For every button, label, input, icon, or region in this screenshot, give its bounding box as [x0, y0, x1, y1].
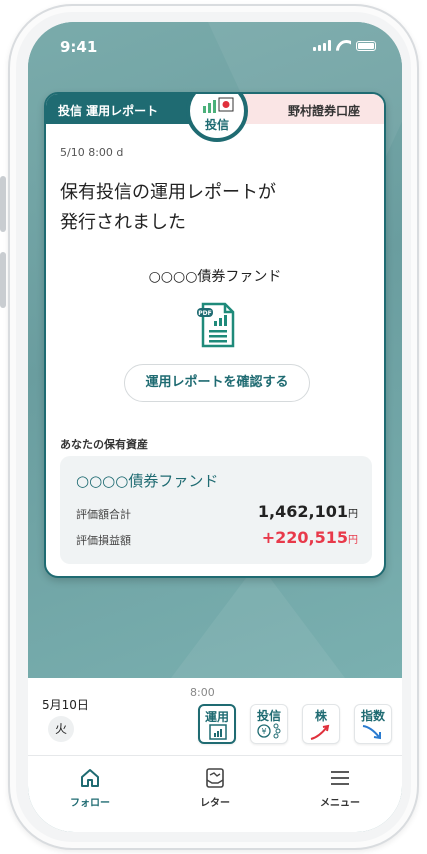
background-decoration [168, 562, 348, 682]
chip-label: 株 [314, 709, 327, 723]
valuation-label: 評価額合計 [76, 508, 131, 521]
report-chart-icon [209, 724, 227, 740]
notification-card[interactable]: 投信 運用レポート 野村證券口座 投信 5/10 8:00 d 保有投信の運用レ… [44, 92, 386, 578]
nav-label: レター [200, 798, 230, 809]
signal-icon [313, 40, 331, 51]
nav-label: フォロー [70, 798, 110, 809]
pnl-value: +220,515円 [262, 528, 358, 547]
volume-down-button [0, 252, 6, 308]
battery-icon [356, 40, 376, 51]
chip-index[interactable]: 指数 [354, 704, 392, 744]
ticker-time: 8:00 [190, 686, 215, 699]
pnl-label: 評価損益額 [76, 534, 131, 547]
headline-line: 発行されました [60, 212, 186, 233]
status-time: 9:41 [60, 38, 98, 56]
chip-label: 指数 [360, 709, 385, 723]
view-report-button[interactable]: 運用レポートを確認する [124, 364, 310, 402]
svg-text:PDF: PDF [198, 310, 211, 317]
bottom-panel: 8:00 5月10日 火 運用 投信 ¥ 株 指数 フォロー レター メニュー [28, 678, 402, 832]
headline: 保有投信の運用レポートが 発行されました [60, 178, 360, 238]
timestamp: 5/10 8:00 d [60, 146, 124, 159]
fund-title: ○○○○債券ファンド [148, 269, 282, 285]
valuation-amount: 1,462,101 [257, 502, 348, 521]
trend-up-icon [310, 724, 330, 740]
pnl-unit: 円 [348, 535, 358, 546]
yen-network-icon: ¥ [257, 723, 281, 739]
pdf-document-icon[interactable]: PDF [197, 302, 237, 348]
wifi-icon [336, 40, 351, 51]
phone-screen: 9:41 投信 運用レポート 野村證券口座 投信 5/10 8:00 d 保有投… [28, 22, 402, 832]
chip-label: 投信 [256, 709, 281, 723]
trend-down-icon [362, 725, 381, 740]
valuation-unit: 円 [348, 509, 358, 520]
ticker-date: 5月10日 [42, 698, 89, 712]
headline-line: 保有投信の運用レポートが [60, 182, 276, 203]
status-icons [313, 40, 376, 51]
valuation-value: 1,462,101円 [258, 502, 358, 521]
chart-flag-icon [203, 97, 234, 113]
account-tab: 野村證券口座 [234, 94, 384, 124]
volume-up-button [0, 176, 6, 232]
holdings-box[interactable]: ○○○○債券ファンド 評価額合計 1,462,101円 評価損益額 +220,5… [60, 456, 372, 564]
holding-fund-name: ○○○○債券ファンド [76, 472, 219, 490]
home-icon [81, 769, 99, 787]
pnl-amount: +220,515 [261, 528, 348, 547]
chip-stock[interactable]: 株 [302, 704, 340, 744]
svg-text:¥: ¥ [261, 727, 266, 736]
holdings-label: あなたの保有資産 [60, 438, 148, 451]
day-of-week: 火 [48, 716, 74, 742]
chip-label: 運用 [204, 710, 229, 724]
chip-fund[interactable]: 投信 ¥ [250, 704, 288, 744]
nav-label: メニュー [320, 798, 360, 809]
letter-icon [206, 768, 224, 788]
chip-report[interactable]: 運用 [198, 704, 236, 744]
status-bar: 9:41 [28, 22, 402, 70]
menu-icon [331, 771, 349, 785]
badge-label: 投信 [204, 118, 229, 132]
fund-badge: 投信 [186, 94, 248, 142]
nav-divider [28, 755, 402, 756]
